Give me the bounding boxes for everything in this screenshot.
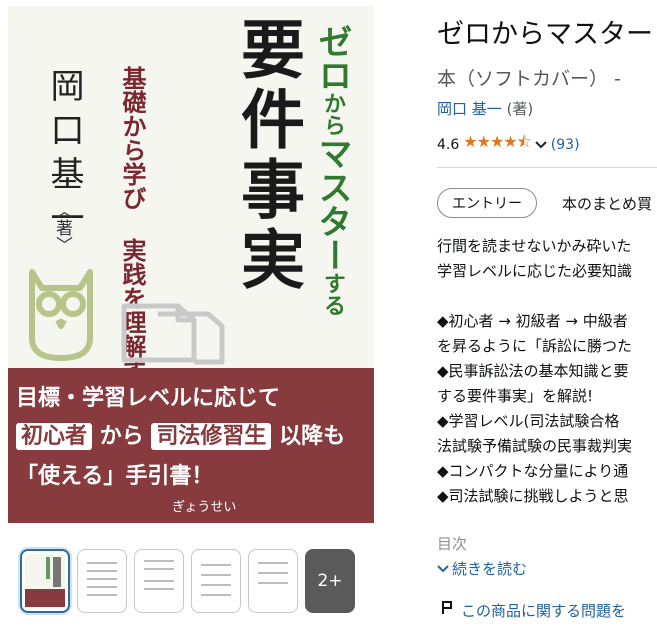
band-line-1: 目標・学習レベルに応じて	[16, 386, 281, 411]
product-format: 本（ソフトカバー） -	[437, 68, 621, 90]
thumbnail-text-line	[144, 588, 174, 590]
rating-value: 4.6	[437, 136, 460, 153]
band-line-3: 「使える」手引書！	[16, 464, 214, 489]
thumbnail-text-line	[144, 580, 174, 582]
thumbnail-page-3[interactable]	[191, 549, 241, 613]
description-line: を昇るように「訴訟に勝つた	[437, 337, 633, 355]
book-cover-image[interactable]: 岡口基一 〈著〉 基礎から学び 実践を理解する ゼロからマスターする 要件事実 …	[8, 6, 374, 523]
document-illustration-icon	[121, 303, 225, 365]
description-line: ◆司法試験に挑戦しようと思	[437, 487, 629, 505]
product-description: 行間を読ませないかみ砕いた 学習レベルに応じた必要知識 ◆初心者 → 初級者 →…	[437, 234, 657, 509]
bulk-buy-tab[interactable]: 本のまとめ買	[562, 193, 652, 214]
cover-series-title: ゼロからマスターする	[308, 24, 357, 316]
thumbnail-text-line	[201, 584, 231, 586]
thumbnail-text-line	[258, 582, 288, 584]
thumbnail-more-label: 2+	[317, 571, 343, 591]
report-issue-label: この商品に関する問題を	[461, 602, 627, 620]
description-line: 学習レベルに応じた必要知識	[437, 262, 633, 280]
thumbnail-more-button[interactable]: 2+	[305, 549, 355, 613]
thumbnail-text-line	[258, 562, 288, 564]
toc-heading: 目次	[437, 535, 468, 553]
product-title: ゼロからマスター	[437, 19, 653, 50]
thumbnail-page-2[interactable]	[134, 549, 184, 613]
description-line: ◆コンパクトな分量により通	[437, 462, 629, 480]
thumbnail-cover-band	[25, 589, 65, 607]
thumbnail-text-line	[87, 570, 117, 572]
description-line: ◆民事訴訟法の基本知識と要	[437, 362, 629, 380]
thumbnail-text-line	[258, 572, 288, 574]
owl-illustration-icon	[29, 269, 93, 361]
thumbnail-cover[interactable]	[20, 549, 70, 613]
thumbnail-text-line	[87, 578, 117, 580]
thumbnail-text-line	[87, 562, 117, 564]
rating-count-link[interactable]: (93)	[551, 137, 580, 153]
chevron-down-icon	[437, 564, 449, 572]
flag-icon	[442, 601, 452, 614]
section-divider	[437, 167, 657, 168]
read-more-label: 続きを読む	[452, 560, 528, 578]
thumbnail-text-line	[144, 560, 174, 562]
cover-author-note: 〈著〉	[52, 202, 72, 253]
entry-pill-button[interactable]: エントリー	[437, 188, 537, 218]
description-line: する要件事実」を解説!	[437, 387, 594, 405]
thumbnail-page-4[interactable]	[248, 549, 298, 613]
description-line	[437, 284, 657, 309]
report-issue-link[interactable]: この商品に関する問題を	[441, 600, 626, 621]
thumbnail-text-line	[144, 568, 174, 570]
cover-series-master: マスター	[312, 136, 352, 272]
thumbnail-page-1[interactable]	[77, 549, 127, 613]
description-line: ◆初心者 → 初級者 → 中級者	[437, 312, 628, 330]
cover-series-from: から	[320, 92, 345, 136]
product-byline: 岡口 基一 (著)	[437, 98, 533, 119]
thumbnail-strip: 2+	[20, 549, 355, 613]
cover-series-suru: する	[320, 272, 345, 316]
band-from: から	[99, 424, 144, 449]
description-line: ◆学習レベル(司法試験合格	[437, 412, 620, 430]
band-highlight-trainee: 司法修習生	[151, 423, 272, 450]
read-more-link[interactable]: 続きを読む	[437, 558, 527, 579]
cover-promo-band: 目標・学習レベルに応じて 初心者 から 司法修習生 以降も 「使える」手引書！ …	[8, 368, 374, 523]
thumbnail-cover-title-mark	[53, 557, 61, 587]
thumbnail-text-line	[87, 586, 117, 588]
description-line: 行間を読ませないかみ砕いた	[437, 237, 632, 255]
star-rating-icon[interactable]: ★★★★⯪	[463, 131, 532, 158]
band-highlight-beginner: 初心者	[16, 423, 93, 450]
thumbnail-text-line	[201, 564, 231, 566]
author-link[interactable]: 岡口 基一	[437, 100, 502, 118]
thumbnail-text-line	[87, 594, 117, 596]
cover-series-zero: ゼロ	[312, 24, 352, 92]
cover-publisher: ぎょうせい	[172, 500, 237, 515]
author-role: (著)	[506, 100, 534, 118]
cover-main-title: 要件事実	[230, 16, 305, 296]
band-line-2: 初心者 から 司法修習生 以降も	[16, 418, 345, 450]
description-line: 法試験予備試験の民事裁判実	[437, 437, 633, 455]
thumbnail-text-line	[201, 574, 231, 576]
band-after: 以降も	[279, 424, 346, 449]
cover-subtitle-line1: 基礎から学び	[118, 66, 146, 210]
thumbnail-text-line	[201, 594, 231, 596]
chevron-down-icon[interactable]	[535, 138, 547, 152]
rating-summary: 4.6 ★★★★⯪ (93)	[437, 131, 580, 158]
thumbnail-cover-series-mark	[46, 557, 50, 579]
